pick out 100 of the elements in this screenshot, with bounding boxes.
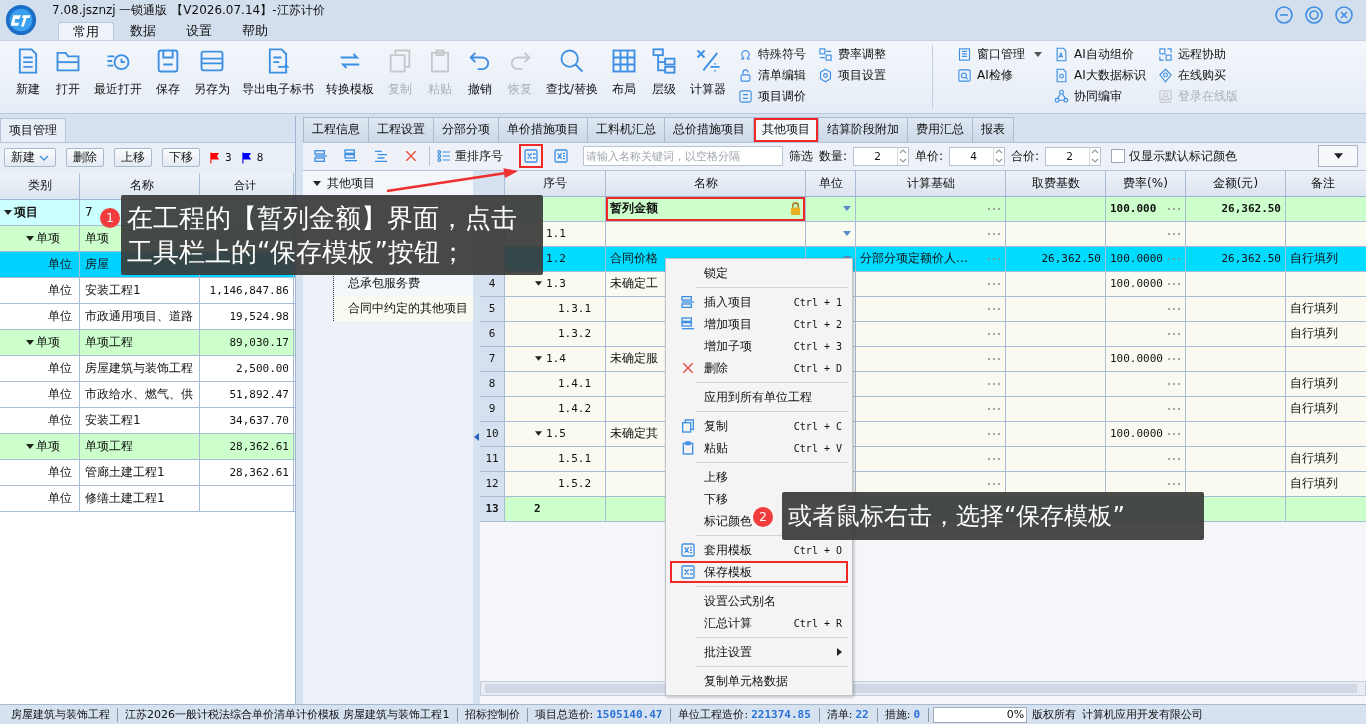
toolbar-button[interactable]: 查找/替换: [540, 41, 605, 113]
tab[interactable]: 单价措施项目: [498, 116, 588, 142]
table-row[interactable]: 单位 安装工程1 34,637.70: [0, 407, 295, 434]
tab[interactable]: 费用汇总: [907, 116, 973, 142]
toolbar-button[interactable]: 协同编审: [1054, 87, 1146, 106]
more-icon[interactable]: [1167, 256, 1181, 261]
save-template-button[interactable]: [519, 144, 543, 169]
toolbar-button[interactable]: 计算器: [684, 41, 733, 113]
more-icon[interactable]: [987, 381, 1001, 386]
toolbar-button[interactable]: AI自动组价: [1054, 45, 1146, 64]
menu-item[interactable]: 套用模板 Ctrl + O: [670, 539, 848, 561]
menu-item[interactable]: 批注设置: [670, 641, 848, 663]
tab[interactable]: 结算阶段附加: [818, 116, 908, 142]
expand-arrow-icon[interactable]: [535, 356, 542, 362]
dropdown-button[interactable]: [1318, 145, 1358, 168]
more-icon[interactable]: [987, 331, 1001, 336]
number-spinner[interactable]: 4: [949, 146, 1006, 166]
menu-item[interactable]: 汇总计算 Ctrl + R: [670, 612, 848, 634]
more-icon[interactable]: [1167, 431, 1181, 436]
toolbar-button[interactable]: 项目设置: [818, 66, 887, 85]
toolbar-button[interactable]: 清单编辑: [738, 66, 807, 85]
table-row[interactable]: 单位 安装工程1 1,146,847.86: [0, 277, 295, 304]
more-icon[interactable]: [987, 431, 1001, 436]
panel-tab[interactable]: 项目管理: [0, 117, 66, 142]
dropdown-arrow-icon[interactable]: [843, 231, 851, 237]
tree-item[interactable]: 其他项目: [327, 174, 375, 192]
ribbon-tab[interactable]: 设置: [172, 22, 226, 40]
more-icon[interactable]: [1167, 331, 1181, 336]
panel-button[interactable]: 下移: [162, 148, 200, 168]
toolbar-button[interactable]: 远程协助: [1157, 45, 1238, 64]
expand-arrow-icon[interactable]: [313, 180, 321, 186]
tab[interactable]: 工程设置: [368, 116, 434, 142]
toolbar-button[interactable]: 打开: [48, 41, 88, 113]
restore-icon[interactable]: [1304, 5, 1324, 25]
expand-arrow-icon[interactable]: [26, 235, 34, 241]
more-icon[interactable]: [987, 456, 1001, 461]
more-icon[interactable]: [1167, 381, 1181, 386]
table-row[interactable]: 单位 修缮土建工程1: [0, 485, 295, 512]
toolbar-button[interactable]: 布局: [604, 41, 645, 113]
more-icon[interactable]: [987, 206, 1001, 211]
toolbar-button[interactable]: 项目调价: [738, 87, 807, 106]
minimize-icon[interactable]: [1274, 5, 1294, 25]
more-icon[interactable]: [1167, 231, 1181, 236]
table-row[interactable]: 单位 市政通用项目、道路 19,524.98: [0, 303, 295, 330]
tab[interactable]: 报表: [972, 116, 1014, 142]
more-icon[interactable]: [1167, 406, 1181, 411]
tab[interactable]: 其他项目: [753, 116, 819, 142]
toolbar-button[interactable]: 层级: [644, 41, 685, 113]
more-icon[interactable]: [987, 231, 1001, 236]
more-icon[interactable]: [1167, 481, 1181, 486]
table-row[interactable]: 单项 单项工程 89,030.17: [0, 329, 295, 356]
toolbar-button[interactable]: AI大数据标识: [1054, 66, 1146, 85]
expand-arrow-icon[interactable]: [535, 281, 542, 287]
more-icon[interactable]: [987, 406, 1001, 411]
tab[interactable]: 分部分项: [433, 116, 499, 142]
toolbar-button[interactable]: 最近打开: [88, 41, 148, 113]
more-icon[interactable]: [1167, 306, 1181, 311]
menu-item[interactable]: 设置公式别名: [670, 590, 848, 612]
toolbar-button[interactable]: 窗口管理: [957, 45, 1043, 64]
more-icon[interactable]: [987, 306, 1001, 311]
tab[interactable]: 总价措施项目: [664, 116, 754, 142]
menu-item[interactable]: 保存模板: [670, 561, 848, 583]
ribbon-tab[interactable]: 数据: [116, 22, 170, 40]
toolbar-button[interactable]: 撤销: [460, 41, 500, 113]
toolbar-button[interactable]: 导出电子标书: [236, 41, 320, 113]
table-row[interactable]: 单位 管廊土建工程1 28,362.61: [0, 459, 295, 486]
tab[interactable]: 工程信息: [303, 116, 369, 142]
more-icon[interactable]: [987, 281, 1001, 286]
toolbar-button[interactable]: AI检修: [957, 66, 1043, 85]
ribbon-tab[interactable]: 帮助: [228, 22, 282, 40]
search-field[interactable]: 请输入名称关键词，以空格分隔: [583, 146, 783, 167]
tab[interactable]: 工料机汇总: [587, 116, 665, 142]
reorder-button[interactable]: 重排序号: [436, 147, 503, 165]
close-icon[interactable]: [1334, 5, 1354, 25]
toolbar-button[interactable]: 转换模板: [320, 41, 380, 113]
number-spinner[interactable]: 2: [853, 146, 910, 166]
toolbar-button[interactable]: 保存: [148, 41, 188, 113]
panel-button[interactable]: 删除: [66, 148, 104, 168]
toolbar-button[interactable]: 另存为: [188, 41, 236, 113]
checkbox[interactable]: [1111, 149, 1126, 164]
table-row[interactable]: 单位 房屋建筑与装饰工程 2,500.00: [0, 355, 295, 382]
toolbar-button[interactable]: 费率调整: [818, 45, 887, 64]
panel-button[interactable]: 新建: [4, 148, 56, 168]
expand-arrow-icon[interactable]: [535, 431, 542, 437]
more-icon[interactable]: [1167, 206, 1181, 211]
toolbar-button[interactable]: 特殊符号: [738, 45, 807, 64]
more-icon[interactable]: [1167, 356, 1181, 361]
expand-arrow-icon[interactable]: [26, 443, 34, 449]
more-icon[interactable]: [987, 481, 1001, 486]
menu-item[interactable]: 复制单元格数据: [670, 670, 848, 692]
expand-arrow-icon[interactable]: [26, 339, 34, 345]
more-icon[interactable]: [1167, 281, 1181, 286]
more-icon[interactable]: [987, 356, 1001, 361]
table-row[interactable]: 单项 单项工程 28,362.61: [0, 433, 295, 460]
expand-arrow-icon[interactable]: [4, 209, 12, 215]
panel-button[interactable]: 上移: [114, 148, 152, 168]
dropdown-arrow-icon[interactable]: [843, 206, 851, 212]
ribbon-tab[interactable]: 常用: [58, 22, 114, 40]
number-spinner[interactable]: 2: [1045, 146, 1102, 166]
toolbar-button[interactable]: 新建: [8, 41, 48, 113]
